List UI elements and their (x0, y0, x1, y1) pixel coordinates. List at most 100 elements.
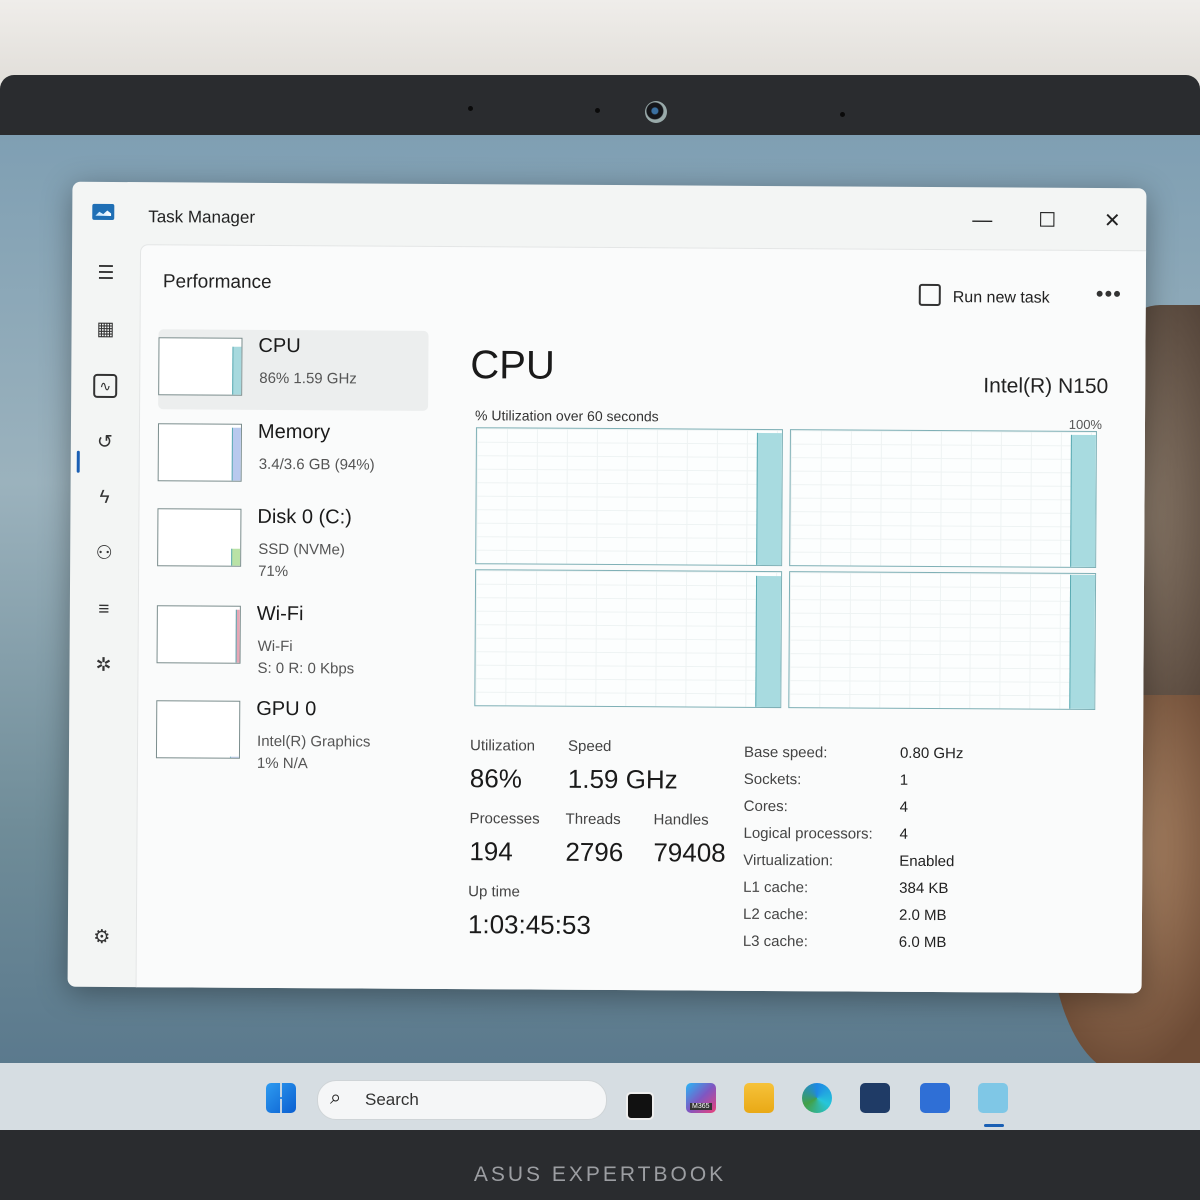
spec-value: 1 (899, 771, 909, 789)
core-utilization-fill (756, 432, 782, 566)
device-name: Memory (257, 420, 331, 444)
device-detail: Wi-Fi (257, 637, 293, 656)
spec-value: 384 KB (899, 879, 949, 898)
search-placeholder: Search (365, 1090, 419, 1109)
threads-label: Threads (565, 810, 621, 829)
users-icon[interactable]: ⚇ (90, 540, 118, 568)
title-bar[interactable]: Task Manager — ☐ ✕ (72, 182, 1146, 251)
performance-icon[interactable]: ∿ (93, 373, 118, 399)
speed-value: 1.59 GHz (567, 763, 678, 795)
hamburger-icon[interactable]: ☰ (92, 260, 120, 288)
utilization-label: Utilization (469, 737, 536, 755)
performance-panel: Performance Run new task ••• CPU 86% 1.5… (135, 244, 1147, 994)
spec-value: Enabled (899, 852, 955, 871)
run-task-icon (918, 283, 941, 307)
page-title: Performance (162, 271, 272, 293)
uptime-value: 1:03:45:53 (467, 909, 591, 940)
spec-value: 0.80 GHz (899, 744, 964, 763)
search-icon: ⌕ (330, 1087, 342, 1109)
cpu-thumbnail-fill (232, 346, 242, 395)
handles-value: 79408 (653, 837, 726, 868)
uptime-label: Up time (468, 883, 520, 901)
handles-label: Handles (653, 811, 709, 829)
more-options-button[interactable]: ••• (1096, 281, 1122, 307)
device-name: Wi-Fi (256, 602, 304, 626)
services-icon[interactable]: ✲ (89, 652, 117, 680)
device-detail: 86% 1.59 GHz (259, 369, 357, 388)
spec-key: Cores: (743, 797, 788, 816)
device-item-wifi[interactable]: Wi-Fi Wi-Fi S: 0 R: 0 Kbps (156, 597, 426, 679)
spec-value: 4 (899, 798, 909, 816)
device-item-memory[interactable]: Memory 3.4/3.6 GB (94%) (157, 415, 428, 497)
webcam (645, 101, 667, 123)
processes-icon[interactable]: ▦ (91, 316, 119, 344)
spec-key: Logical processors: (743, 824, 873, 843)
device-detail: 71% (258, 562, 289, 581)
spec-key: L2 cache: (742, 905, 809, 924)
core-utilization-fill (755, 575, 782, 708)
threads-value: 2796 (565, 836, 624, 868)
processes-value: 194 (469, 836, 513, 867)
spec-key: Sockets: (743, 770, 802, 789)
spec-value: 2.0 MB (898, 906, 947, 925)
spec-key: Base speed: (743, 743, 828, 762)
run-new-task-button[interactable]: Run new task (918, 283, 1050, 308)
device-item-disk[interactable]: Disk 0 (C:) SSD (NVMe) 71% (157, 500, 427, 582)
device-item-gpu[interactable]: GPU 0 Intel(R) Graphics 1% N/A (155, 692, 426, 774)
settings-icon[interactable]: ⚙ (88, 924, 116, 952)
wifi-thumbnail-graph (156, 605, 241, 664)
device-detail: Intel(R) Graphics (257, 732, 371, 751)
device-detail: 1% N/A (256, 754, 308, 773)
startup-apps-icon[interactable]: ϟ (90, 484, 118, 512)
device-name: Disk 0 (C:) (257, 505, 352, 529)
store-icon[interactable] (860, 1083, 890, 1113)
graph-max-label: 100% (1068, 416, 1103, 433)
run-new-task-label: Run new task (952, 289, 1050, 307)
cpu-title: CPU (470, 343, 555, 388)
memory-thumbnail-graph (157, 423, 242, 482)
m365-icon[interactable]: M365 (686, 1083, 716, 1113)
graph-label: % Utilization over 60 seconds (475, 407, 659, 425)
core-graph (474, 569, 783, 709)
utilization-value: 86% (469, 763, 522, 794)
file-explorer-icon[interactable] (744, 1083, 774, 1113)
maximize-button[interactable]: ☐ (1027, 206, 1067, 236)
device-detail: SSD (NVMe) (258, 540, 345, 559)
speed-label: Speed (567, 737, 612, 756)
spec-value: 4 (899, 825, 908, 843)
details-icon[interactable]: ≡ (90, 596, 118, 624)
memory-thumbnail-fill (231, 428, 241, 481)
disk-thumbnail-graph (157, 508, 242, 567)
device-item-cpu[interactable]: CPU 86% 1.59 GHz (158, 329, 429, 411)
device-name: GPU 0 (256, 697, 317, 721)
minimize-button[interactable]: — (962, 205, 1002, 235)
task-manager-taskbar-icon[interactable] (978, 1083, 1008, 1113)
window-title: Task Manager (148, 207, 256, 227)
wifi-thumbnail-fill (235, 609, 240, 663)
task-view-icon[interactable] (626, 1092, 654, 1120)
search-box[interactable]: ⌕ Search (317, 1080, 607, 1120)
sensor-dot (595, 108, 600, 113)
device-detail: S: 0 R: 0 Kbps (257, 659, 355, 678)
spec-value: 6.0 MB (898, 933, 947, 952)
myasus-icon[interactable] (920, 1083, 950, 1113)
core-graph (475, 427, 783, 567)
core-utilization-fill (1069, 575, 1096, 709)
sensor-dot (468, 106, 473, 111)
edge-icon[interactable] (802, 1083, 832, 1113)
close-button[interactable]: ✕ (1092, 206, 1132, 236)
gpu-thumbnail-fill (229, 756, 239, 758)
spec-key: Virtualization: (743, 851, 834, 870)
app-history-icon[interactable]: ↺ (91, 429, 119, 457)
nav-rail: ☰ ▦ ∿ ↺ ϟ ⚇ ≡ ✲ ⚙ (68, 244, 141, 987)
processes-label: Processes (469, 810, 540, 828)
sensor-dot (840, 112, 845, 117)
gpu-thumbnail-graph (155, 700, 241, 759)
core-graph (788, 571, 1097, 710)
device-brand: ASUS EXPERTBOOK (473, 1163, 727, 1186)
task-manager-window: Task Manager — ☐ ✕ ☰ ▦ ∿ ↺ ϟ ⚇ ≡ ✲ ⚙ Per… (67, 181, 1147, 994)
device-name: CPU (258, 334, 301, 358)
core-graph (789, 429, 1097, 568)
core-utilization-fill (1070, 434, 1096, 567)
m365-badge: M365 (690, 1103, 712, 1110)
